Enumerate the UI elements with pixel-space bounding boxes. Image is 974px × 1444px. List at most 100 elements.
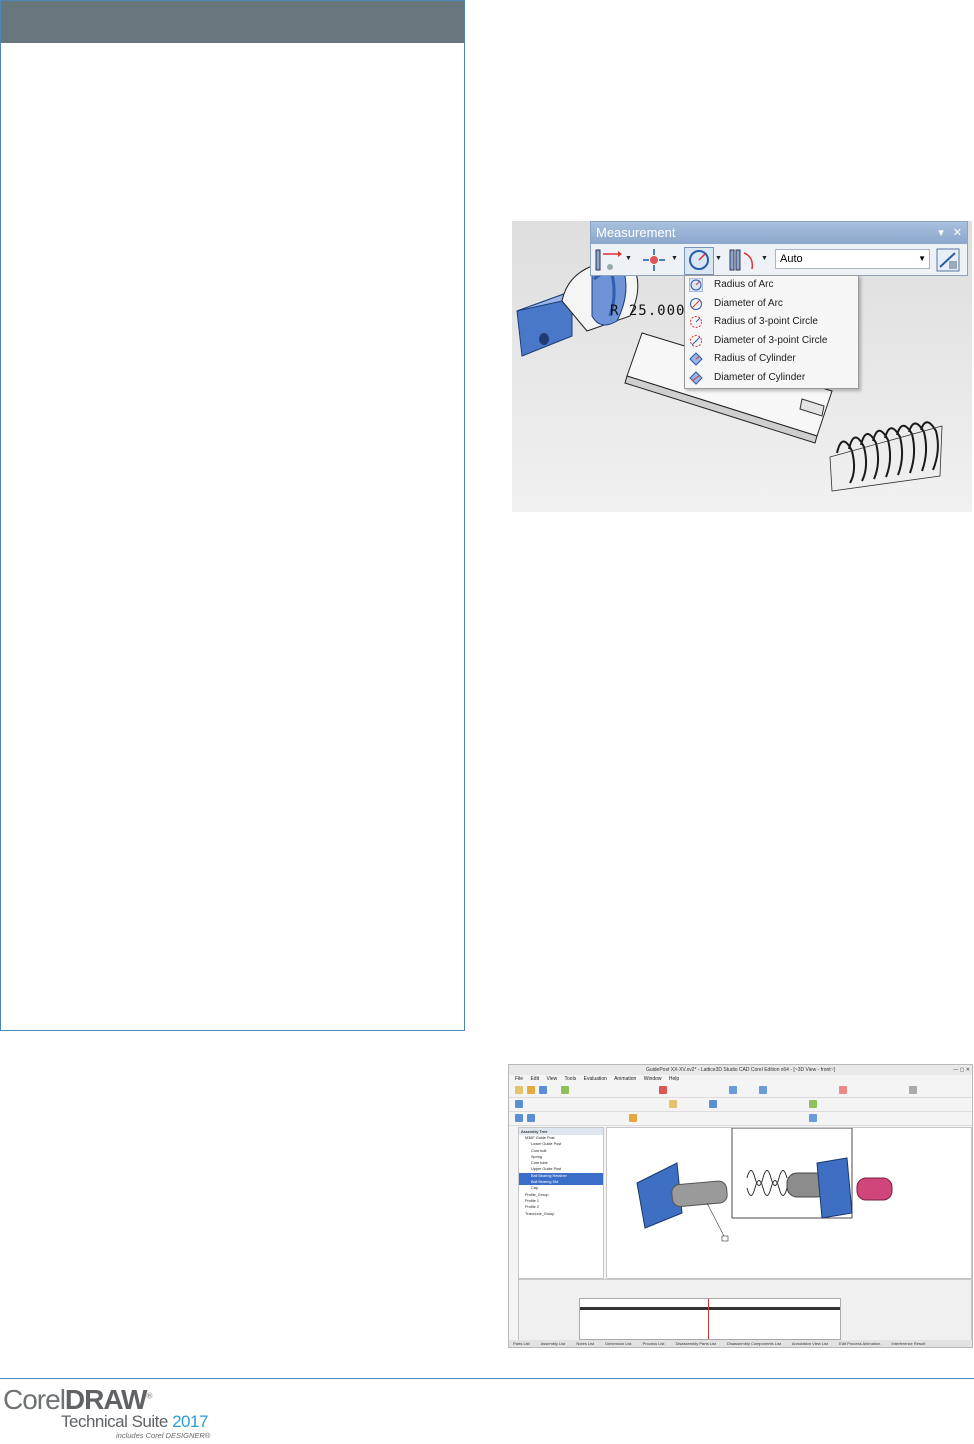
measurement-toolbar-titlebar[interactable]: Measurement ▾ ✕ bbox=[591, 222, 967, 244]
tree-item[interactable]: TraceLine_Group bbox=[519, 1211, 603, 1217]
tree-item-label: Core tube bbox=[531, 1161, 548, 1166]
diameter-3pt-circle-icon bbox=[689, 334, 703, 348]
footer-rule bbox=[0, 1378, 974, 1379]
measurement-dropdown-menu: Radius of Arc Diameter of Arc Radius of … bbox=[684, 275, 859, 389]
chevron-down-icon[interactable]: ▼ bbox=[715, 255, 722, 262]
tab-edit-process-animation[interactable]: Edit Process Animation bbox=[839, 1341, 880, 1346]
radius-3pt-circle-icon bbox=[689, 315, 703, 329]
sphere-icon[interactable] bbox=[809, 1114, 817, 1122]
radius-cylinder-icon bbox=[689, 352, 703, 366]
new-file-icon[interactable] bbox=[515, 1086, 523, 1094]
tab-annotation-view-list[interactable]: Annotation View List bbox=[792, 1341, 828, 1346]
menu-file[interactable]: File bbox=[515, 1076, 523, 1082]
registered-mark: ® bbox=[146, 1391, 152, 1401]
assembly-tree-title: Assembly Tree bbox=[519, 1128, 603, 1135]
chevron-down-icon: ▼ bbox=[918, 254, 926, 263]
save-icon[interactable] bbox=[539, 1086, 547, 1094]
tree-item-label: TraceLine_Group bbox=[525, 1211, 555, 1216]
app-title: GuidePost XX-XV.xv2* - Lattice3D Studio … bbox=[646, 1067, 835, 1073]
menu-evaluation[interactable]: Evaluation bbox=[584, 1076, 607, 1082]
menu-help[interactable]: Help bbox=[669, 1076, 679, 1082]
tab-assembly-list[interactable]: Assembly List bbox=[541, 1341, 566, 1346]
color-icon[interactable] bbox=[809, 1100, 817, 1108]
menu-item-diameter-of-arc[interactable]: Diameter of Arc bbox=[685, 295, 858, 314]
tab-disassembly-components-list[interactable]: Disassembly Components List bbox=[727, 1341, 781, 1346]
tree-item-label: Ball Bearing Std bbox=[531, 1180, 559, 1185]
settings-icon[interactable] bbox=[909, 1086, 917, 1094]
tree-item-label: Lower Guide Post bbox=[531, 1142, 562, 1147]
tree-item-label: Profile 1 bbox=[525, 1198, 539, 1203]
3d-viewport[interactable] bbox=[606, 1127, 972, 1279]
select-icon[interactable] bbox=[515, 1100, 523, 1108]
chevron-down-icon[interactable]: ▼ bbox=[671, 255, 678, 262]
open-file-icon[interactable] bbox=[527, 1086, 535, 1094]
point-measure-icon[interactable] bbox=[639, 247, 669, 273]
menu-view[interactable]: View bbox=[546, 1076, 557, 1082]
tab-parts-list[interactable]: Parts List bbox=[513, 1341, 530, 1346]
assembly-tree-panel: Assembly Tree M36F Guide Post Lower Guide… bbox=[518, 1127, 604, 1279]
radius-measure-icon[interactable] bbox=[684, 247, 714, 275]
tree-item-label: Ball Bearing Retainer bbox=[531, 1173, 567, 1178]
menu-animation[interactable]: Animation bbox=[614, 1076, 636, 1082]
menu-edit[interactable]: Edit bbox=[530, 1076, 539, 1082]
pan-icon[interactable] bbox=[759, 1086, 767, 1094]
print-icon[interactable] bbox=[561, 1086, 569, 1094]
tree-item-label: Profile_Group bbox=[525, 1192, 549, 1197]
render-icon[interactable] bbox=[839, 1086, 847, 1094]
suite-year: 2017 bbox=[172, 1412, 208, 1431]
menu-window[interactable]: Window bbox=[644, 1076, 662, 1082]
chevron-down-icon[interactable]: ▼ bbox=[625, 255, 632, 262]
cube-icon[interactable] bbox=[629, 1114, 637, 1122]
record-icon[interactable] bbox=[659, 1086, 667, 1094]
tab-disassembly-parts-list[interactable]: Disassembly Parts List bbox=[676, 1341, 716, 1346]
menu-item-label: Radius of Arc bbox=[714, 279, 774, 290]
tree-item-label: Profile 2 bbox=[525, 1205, 539, 1210]
app-toolbar-1 bbox=[509, 1084, 972, 1098]
tab-notes-list[interactable]: Notes List bbox=[576, 1341, 594, 1346]
measurement-mode-select[interactable]: Auto ▼ bbox=[775, 249, 930, 269]
menu-item-radius-of-arc[interactable]: Radius of Arc bbox=[685, 276, 858, 295]
tree-item-label: M36F Guide Post bbox=[525, 1136, 555, 1140]
menu-item-diameter-of-cylinder[interactable]: Diameter of Cylinder bbox=[685, 369, 858, 388]
suite-label: Technical Suite bbox=[61, 1412, 168, 1431]
menu-item-diameter-of-3-point-circle[interactable]: Diameter of 3-point Circle bbox=[685, 332, 858, 351]
distance-measure-icon[interactable] bbox=[594, 247, 624, 273]
section-icon[interactable] bbox=[669, 1100, 677, 1108]
tab-dimension-list[interactable]: Dimension List bbox=[605, 1341, 631, 1346]
diameter-arc-icon bbox=[689, 297, 703, 311]
exploded-assembly-drawing bbox=[636, 1127, 893, 1242]
measure-settings-icon[interactable] bbox=[935, 247, 963, 273]
angle-measure-icon[interactable] bbox=[728, 247, 758, 273]
chevron-down-icon[interactable]: ▼ bbox=[761, 255, 768, 262]
sidebar-box-header bbox=[1, 1, 464, 43]
diameter-cylinder-icon bbox=[689, 370, 703, 385]
edit-process-panel bbox=[518, 1279, 972, 1341]
measure-icon[interactable] bbox=[709, 1100, 717, 1108]
menu-item-label: Diameter of Arc bbox=[714, 297, 783, 309]
menu-item-radius-of-3-point-circle[interactable]: Radius of 3-point Circle bbox=[685, 313, 858, 332]
tree-item-label: Spring bbox=[531, 1154, 542, 1159]
tab-interference-result[interactable]: Interference Result bbox=[891, 1341, 925, 1346]
suite-name: Technical Suite 2017 bbox=[61, 1412, 208, 1432]
tree-item-label: Core bolt bbox=[531, 1148, 547, 1153]
view-mode-icon[interactable] bbox=[527, 1114, 535, 1122]
window-controls-icon[interactable]: — ▢ ✕ bbox=[953, 1065, 970, 1075]
includes-line: includes Corel DESIGNER® bbox=[116, 1431, 211, 1440]
app-titlebar: GuidePost XX-XV.xv2* - Lattice3D Studio … bbox=[509, 1065, 972, 1075]
view-mode-icon[interactable] bbox=[515, 1114, 523, 1122]
measurement-title: Measurement bbox=[596, 225, 676, 240]
radius-arc-icon bbox=[688, 277, 704, 293]
close-icon[interactable]: ✕ bbox=[953, 227, 962, 239]
animation-timeline[interactable] bbox=[579, 1298, 841, 1340]
status-tabs: Parts List Assembly List Notes List Dime… bbox=[509, 1340, 972, 1347]
app-menubar: File Edit View Tools Evaluation Animatio… bbox=[509, 1075, 972, 1084]
dimension-label: R 25.000 bbox=[610, 303, 686, 319]
measurement-toolbar: Measurement ▾ ✕ ▼ ▼ ▼ ▼ Auto ▼ bbox=[590, 221, 968, 276]
brand-bold: DRAW bbox=[64, 1384, 148, 1415]
panel-menu-icon[interactable]: ▾ bbox=[938, 227, 944, 239]
menu-tools[interactable]: Tools bbox=[565, 1076, 577, 1082]
menu-item-label: Radius of Cylinder bbox=[714, 353, 796, 364]
menu-item-radius-of-cylinder[interactable]: Radius of Cylinder bbox=[685, 350, 858, 369]
zoom-icon[interactable] bbox=[729, 1086, 737, 1094]
tab-process-list[interactable]: Process List bbox=[643, 1341, 665, 1346]
